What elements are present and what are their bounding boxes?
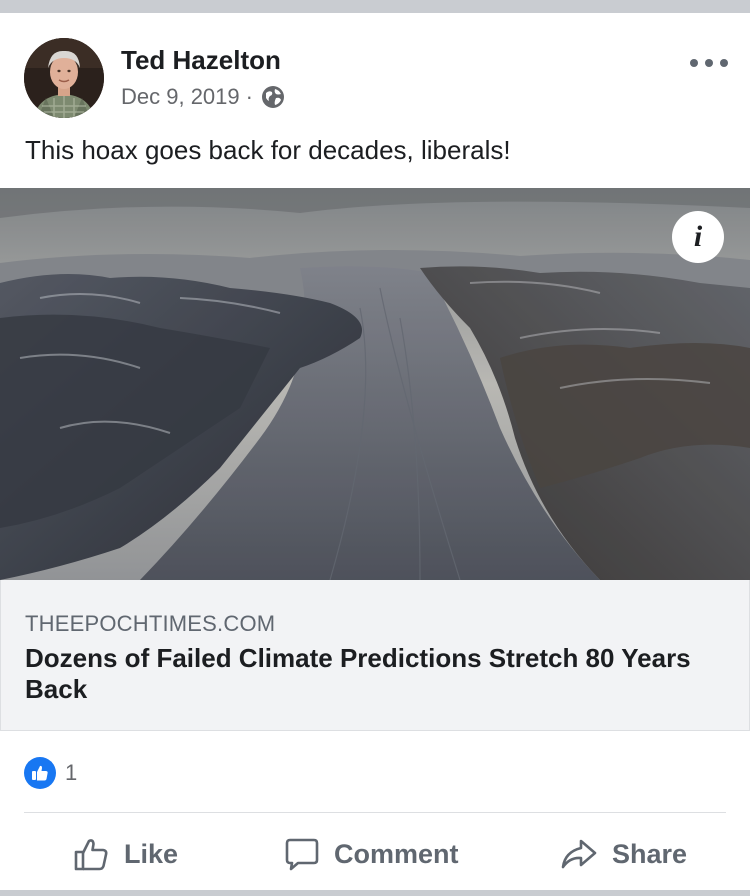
- share-label: Share: [612, 838, 688, 869]
- author-avatar[interactable]: [24, 38, 104, 118]
- top-separator: [0, 0, 750, 13]
- action-bar: Like Comment Share: [0, 825, 750, 883]
- comment-icon: [285, 838, 319, 871]
- info-button[interactable]: i: [672, 211, 724, 263]
- link-title[interactable]: Dozens of Failed Climate Predictions Str…: [25, 643, 715, 705]
- share-button[interactable]: Share: [560, 825, 687, 883]
- post-meta: Dec 9, 2019 ·: [121, 84, 285, 110]
- post-date[interactable]: Dec 9, 2019: [121, 84, 240, 110]
- meta-separator: ·: [245, 84, 253, 109]
- comment-label: Comment: [334, 838, 459, 869]
- post-text: This hoax goes back for decades, liberal…: [25, 135, 511, 165]
- dot-icon: [720, 59, 728, 67]
- dot-icon: [690, 59, 698, 67]
- comment-button[interactable]: Comment: [284, 825, 459, 883]
- more-options-button[interactable]: [690, 52, 728, 74]
- author-name[interactable]: Ted Hazelton: [121, 45, 281, 76]
- bottom-separator: [0, 890, 750, 896]
- like-button[interactable]: Like: [72, 825, 178, 883]
- thumbs-up-outline-icon: [74, 839, 108, 871]
- globe-icon: [261, 86, 284, 108]
- like-label: Like: [124, 838, 179, 869]
- divider: [24, 812, 726, 813]
- reactions-summary[interactable]: 1: [24, 757, 77, 789]
- link-preview-image[interactable]: [0, 188, 750, 580]
- share-icon: [561, 839, 597, 869]
- like-count: 1: [65, 760, 78, 785]
- thumbs-up-icon: [24, 757, 56, 789]
- link-domain: THEEPOCHTIMES.COM: [25, 611, 276, 636]
- dot-icon: [705, 59, 713, 67]
